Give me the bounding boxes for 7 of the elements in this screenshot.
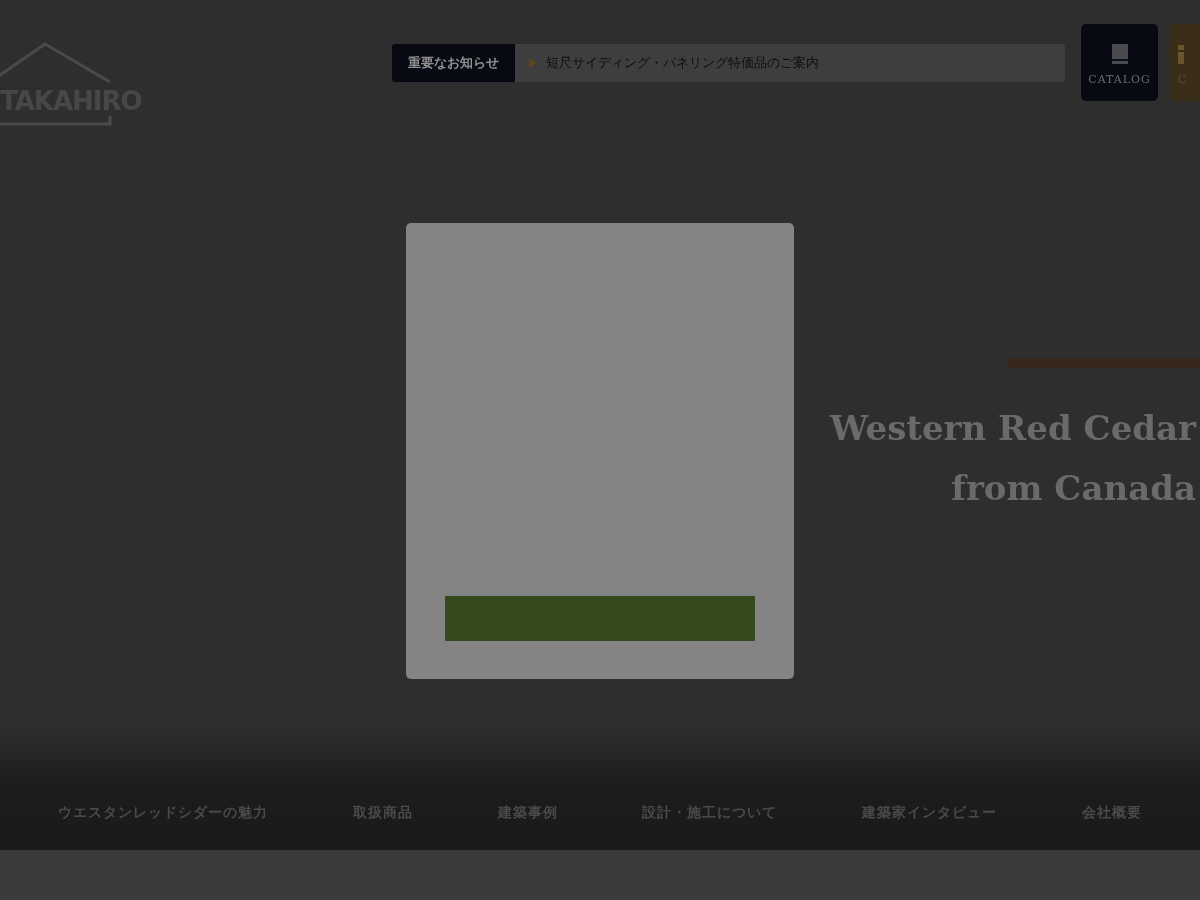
book-icon xyxy=(1110,43,1129,65)
hero-title-line: from Canada xyxy=(951,467,1197,510)
hero-title-line: Western Red Cedar xyxy=(830,407,1198,450)
catalog-button[interactable]: CATALOG xyxy=(1081,24,1159,101)
notice-label: 重要なお知らせ xyxy=(391,44,515,82)
modal-action-bar[interactable] xyxy=(445,596,755,641)
triangle-icon xyxy=(528,58,537,68)
